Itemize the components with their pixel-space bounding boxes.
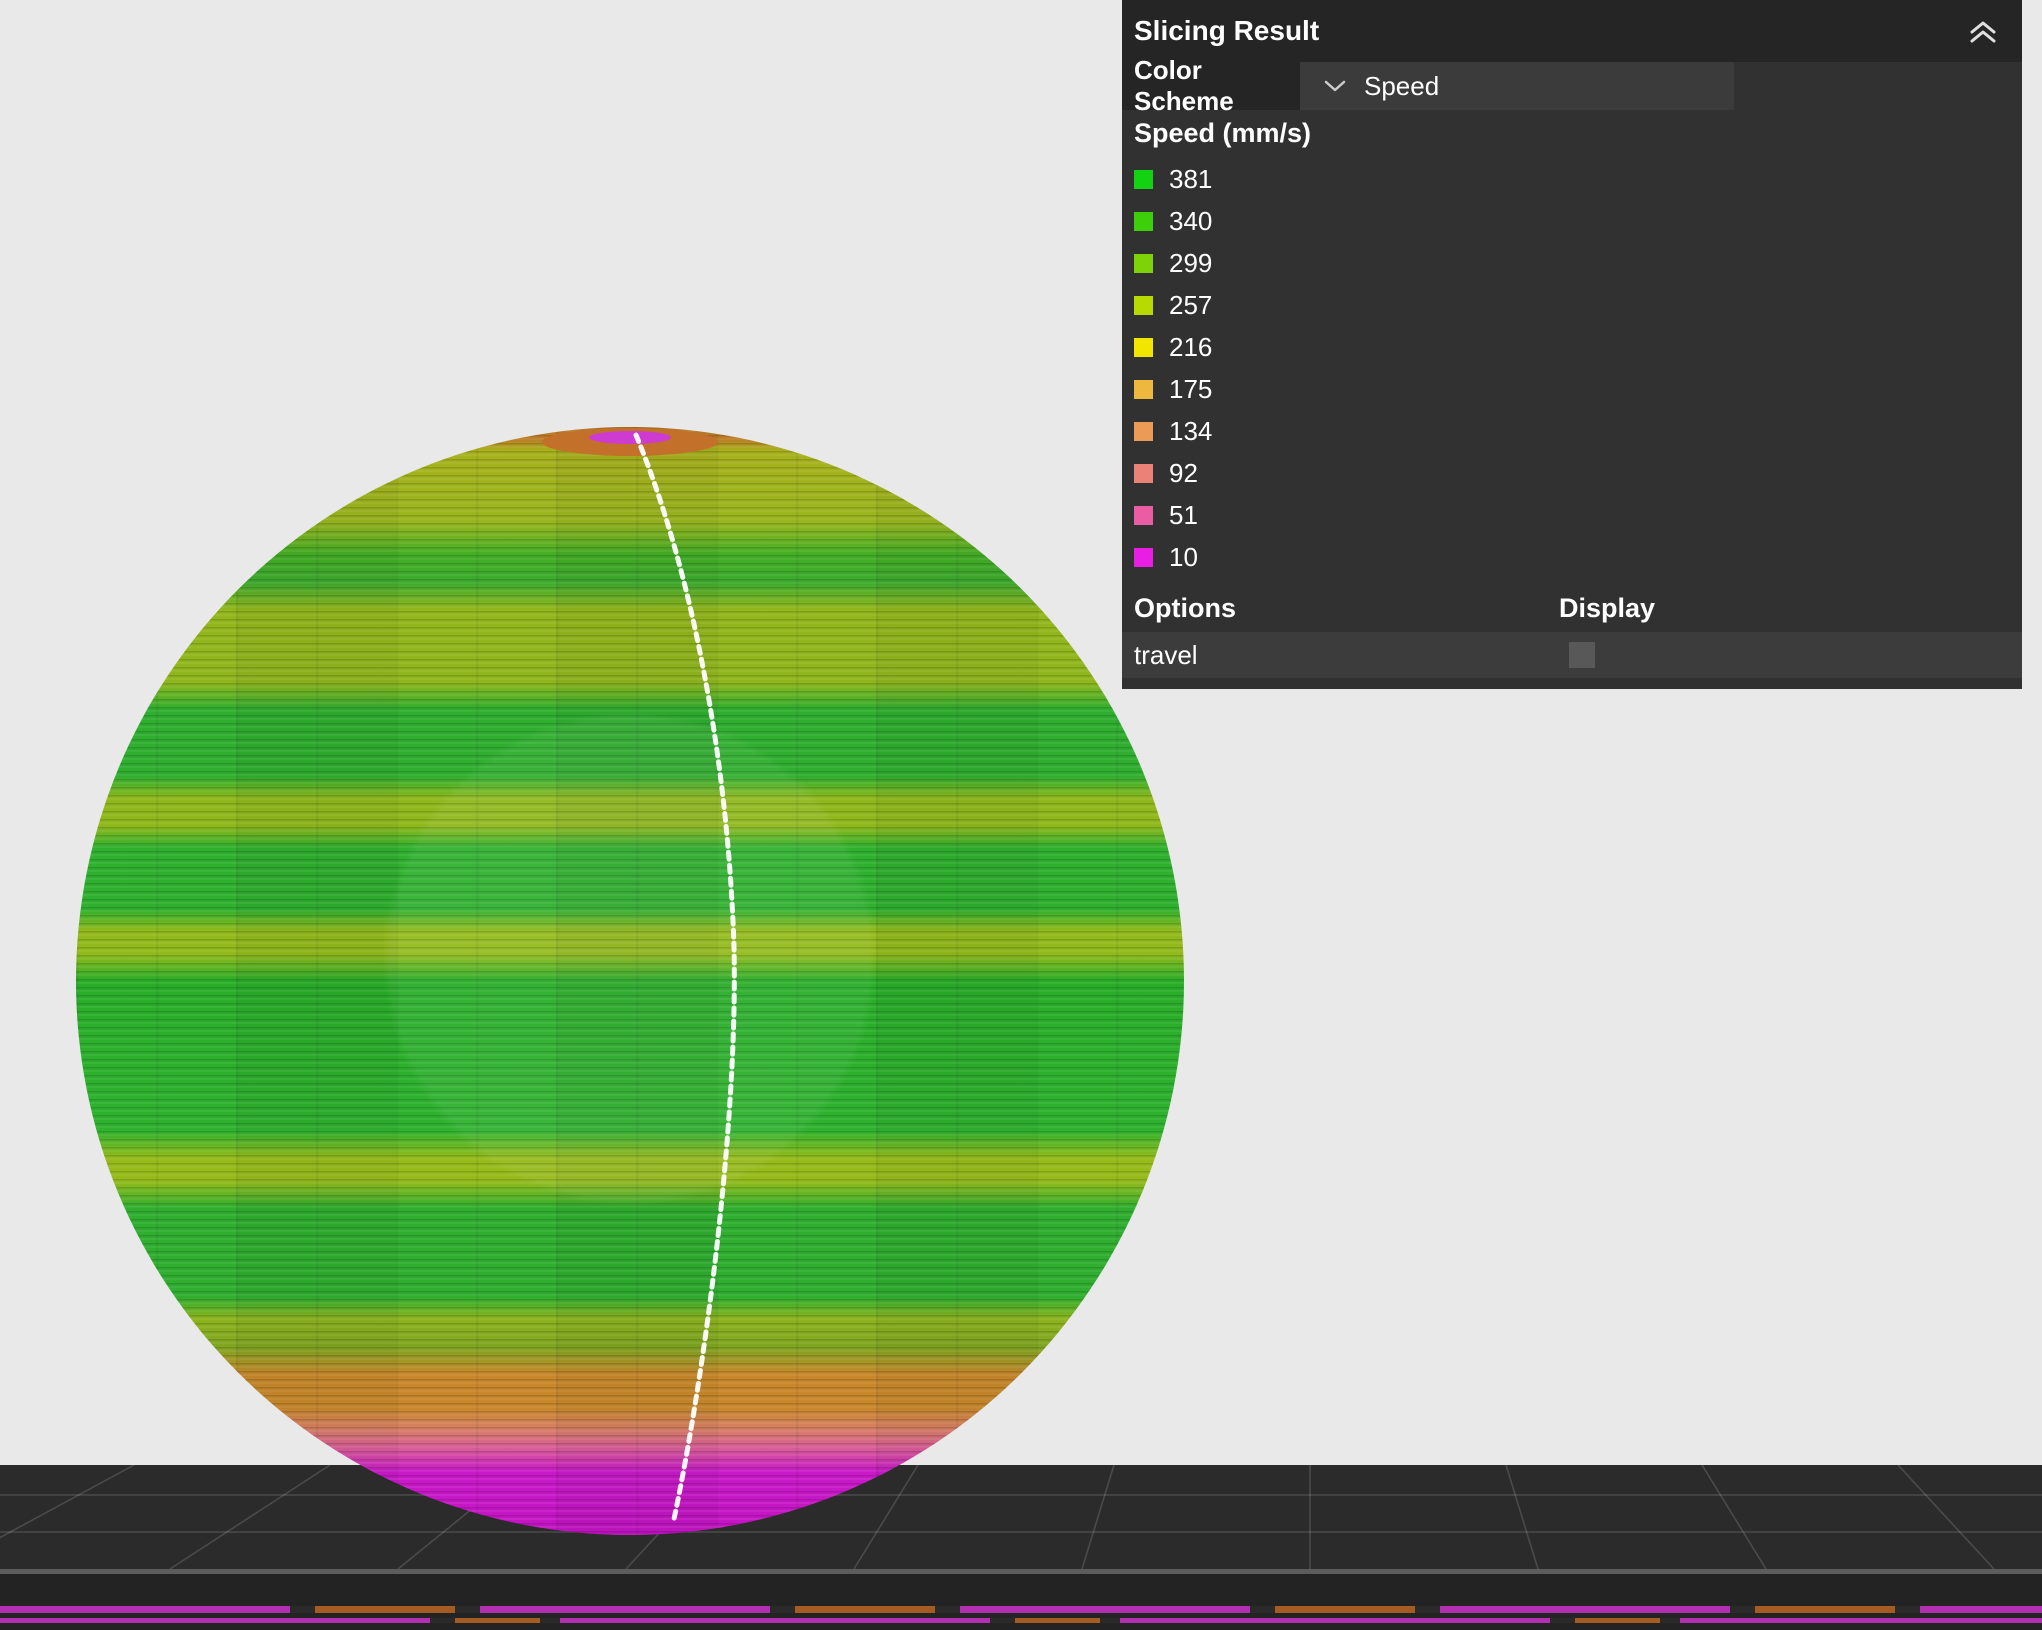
viewport-3d[interactable]: Slicing Result Color Scheme Speed Speed …	[0, 0, 2042, 1630]
color-scheme-row: Color Scheme Speed	[1122, 62, 2022, 110]
legend-value: 92	[1169, 458, 1198, 489]
legend-value: 381	[1169, 164, 1212, 195]
legend-value: 134	[1169, 416, 1212, 447]
legend-item: 134	[1122, 410, 2022, 452]
travel-option-row: travel	[1122, 632, 2022, 678]
legend-value: 257	[1169, 290, 1212, 321]
legend-color-swatch	[1134, 506, 1153, 525]
legend-value: 10	[1169, 542, 1198, 573]
color-scheme-select[interactable]: Speed	[1300, 62, 1734, 110]
legend-item: 175	[1122, 368, 2022, 410]
legend-value: 51	[1169, 500, 1198, 531]
options-header: Options	[1134, 593, 1559, 624]
legend-color-swatch	[1134, 548, 1153, 567]
legend-color-swatch	[1134, 254, 1153, 273]
color-scheme-value: Speed	[1364, 71, 1439, 102]
purge-lines-row-1	[0, 1606, 2042, 1613]
legend-value: 175	[1169, 374, 1212, 405]
legend-item: 216	[1122, 326, 2022, 368]
legend-color-swatch	[1134, 464, 1153, 483]
legend-item: 381	[1122, 158, 2022, 200]
color-scheme-label: Color Scheme	[1122, 62, 1300, 110]
legend-color-swatch	[1134, 170, 1153, 189]
display-header: Display	[1559, 593, 1655, 624]
legend-item: 92	[1122, 452, 2022, 494]
legend-color-swatch	[1134, 380, 1153, 399]
legend-color-swatch	[1134, 338, 1153, 357]
legend-color-swatch	[1134, 212, 1153, 231]
chevron-down-icon	[1324, 80, 1346, 93]
legend-value: 299	[1169, 248, 1212, 279]
legend-item: 257	[1122, 284, 2022, 326]
legend-color-swatch	[1134, 422, 1153, 441]
legend-item: 10	[1122, 536, 2022, 578]
legend-title: Speed (mm/s)	[1122, 110, 2022, 156]
travel-option-label: travel	[1134, 640, 1559, 671]
purge-lines-row-2	[0, 1618, 2042, 1623]
chevron-double-up-icon	[1968, 18, 1998, 45]
panel-title-bar: Slicing Result	[1122, 0, 2022, 62]
sliced-model-sphere[interactable]	[76, 427, 1184, 1535]
legend-item: 51	[1122, 494, 2022, 536]
panel-title: Slicing Result	[1134, 15, 1319, 47]
legend-item: 340	[1122, 200, 2022, 242]
legend-value: 340	[1169, 206, 1212, 237]
collapse-panel-button[interactable]	[1966, 16, 2000, 46]
travel-checkbox[interactable]	[1569, 642, 1595, 668]
legend-color-swatch	[1134, 296, 1153, 315]
seam-line	[76, 427, 1184, 1535]
options-header-row: Options Display	[1122, 584, 2022, 632]
speed-legend: 381 340 299 257 216 175 134 92 51 10	[1122, 156, 2022, 584]
legend-item: 299	[1122, 242, 2022, 284]
legend-value: 216	[1169, 332, 1212, 363]
slicing-result-panel: Slicing Result Color Scheme Speed Speed …	[1122, 0, 2022, 689]
